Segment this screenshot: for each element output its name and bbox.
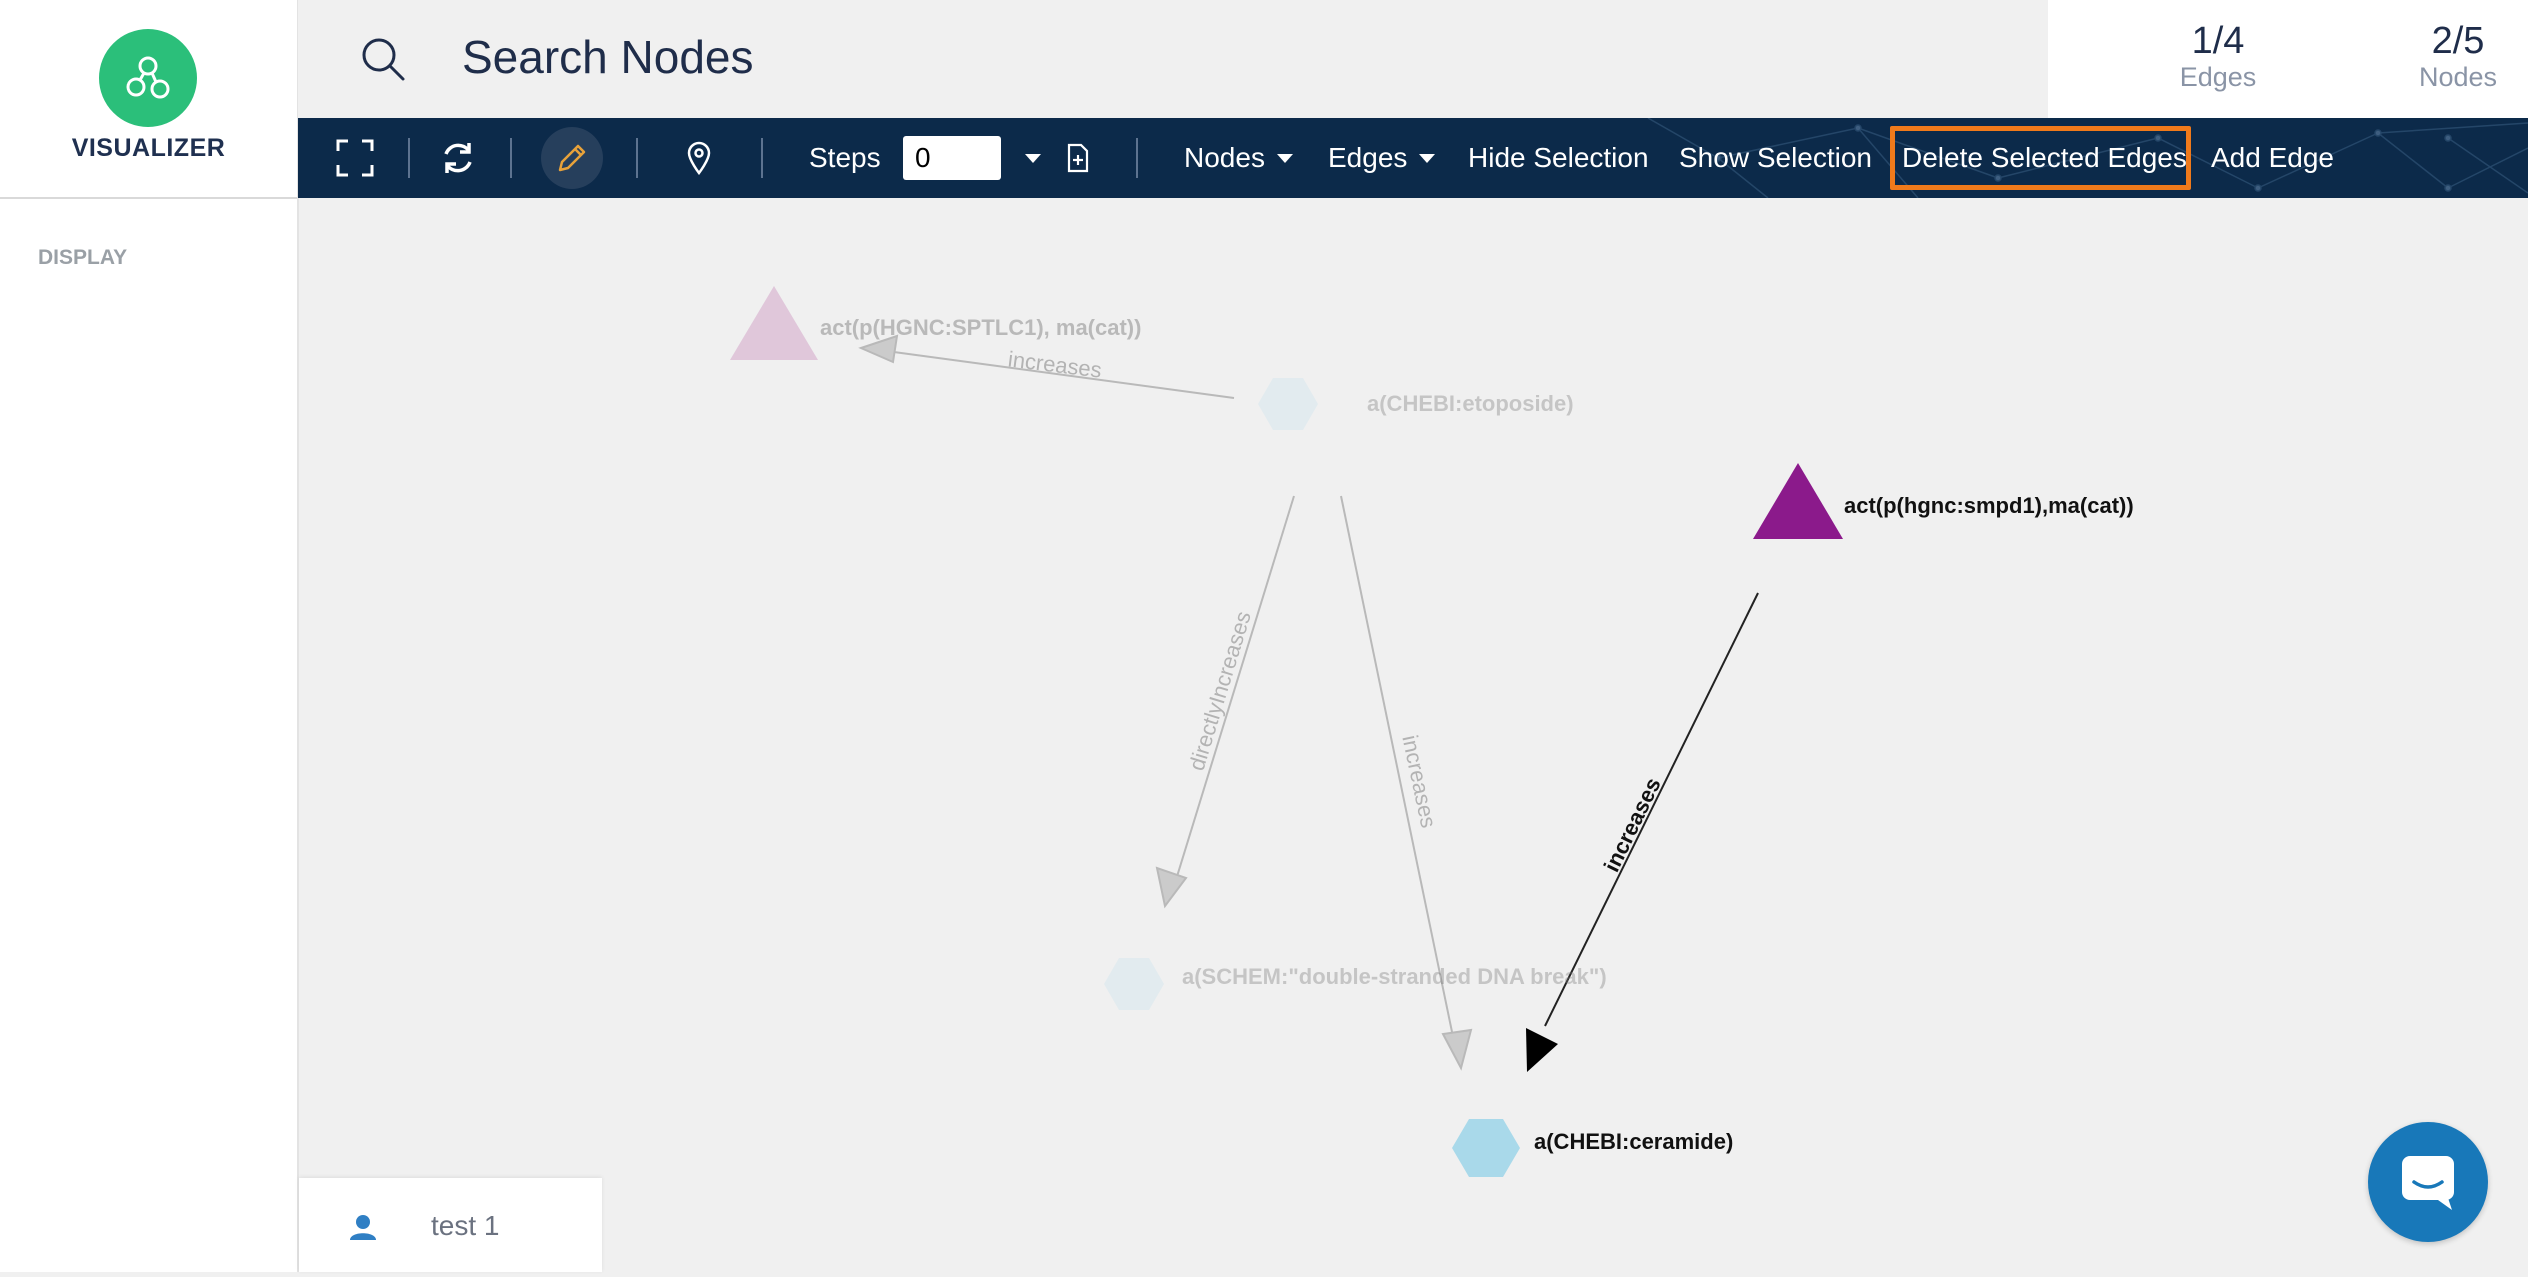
- graph-nodes-icon: [126, 56, 170, 99]
- chat-button[interactable]: [2368, 1122, 2488, 1242]
- logo-area[interactable]: VISUALIZER: [0, 0, 297, 199]
- edges-menu-label: Edges: [1328, 142, 1408, 173]
- add-edge-label: Add Edge: [2211, 142, 2334, 173]
- refresh-button[interactable]: [438, 118, 478, 198]
- search-input[interactable]: [460, 26, 1464, 88]
- edge-label: increases: [1007, 346, 1104, 382]
- selection-stats: 1/4 Edges 2/5 Nodes: [2048, 0, 2528, 118]
- add-file-button[interactable]: [1066, 118, 1090, 198]
- sidebar: VISUALIZER DISPLAY: [0, 0, 299, 1272]
- delete-selected-edges-button[interactable]: Delete Selected Edges: [1902, 118, 2187, 198]
- hexagon-node-shape: [1258, 378, 1318, 430]
- hide-selection-label: Hide Selection: [1468, 142, 1649, 173]
- nodes-count: 2/5: [2431, 20, 2485, 62]
- hexagon-node-shape: [1452, 1119, 1520, 1177]
- display-section-label: DISPLAY: [38, 246, 128, 269]
- pencil-icon: [558, 144, 586, 172]
- node-sptlc1[interactable]: act(p(HGNC:SPTLC1), ma(cat)): [730, 286, 1141, 360]
- chevron-down-icon: [1419, 153, 1436, 163]
- node-etoposide[interactable]: a(CHEBI:etoposide): [1258, 378, 1574, 430]
- search-icon[interactable]: [360, 36, 406, 82]
- edges-menu[interactable]: Edges: [1328, 118, 1436, 198]
- chevron-down-icon: [1276, 153, 1293, 163]
- hexagon-node-shape: [1104, 958, 1164, 1010]
- edges-label: Edges: [2179, 62, 2257, 92]
- search-bar: [298, 0, 2048, 118]
- toolbar: Steps Nodes Edges Hide Selection Show Se…: [298, 118, 2528, 198]
- edge-smpd1-ceramide[interactable]: increases: [1526, 592, 1759, 1072]
- node-dna-break[interactable]: a(SCHEM:"double-stranded DNA break"): [1104, 958, 1607, 1010]
- edge-etoposide-sptlc1[interactable]: increases: [858, 334, 1235, 399]
- node-label: a(CHEBI:etoposide): [1367, 391, 1574, 416]
- chevron-down-icon: [1025, 153, 1041, 163]
- logo[interactable]: [99, 29, 197, 127]
- refresh-icon: [444, 143, 472, 173]
- graph-canvas[interactable]: increases directlyIncreases increases in…: [299, 198, 2528, 1272]
- nodes-stat: 2/5 Nodes: [2358, 20, 2528, 92]
- user-name: test 1: [431, 1210, 500, 1241]
- toolbar-divider: [1136, 138, 1138, 178]
- edges-count: 1/4: [2191, 20, 2245, 62]
- triangle-node-shape: [1753, 463, 1843, 539]
- node-label: a(CHEBI:ceramide): [1534, 1129, 1733, 1154]
- node-label: a(SCHEM:"double-stranded DNA break"): [1182, 964, 1607, 989]
- add-edge-button[interactable]: Add Edge: [2211, 118, 2334, 198]
- nodes-menu-label: Nodes: [1184, 142, 1265, 173]
- steps-label: Steps: [809, 142, 881, 173]
- graph-svg[interactable]: increases directlyIncreases increases in…: [299, 198, 2528, 1272]
- toolbar-divider: [408, 138, 410, 178]
- steps-input[interactable]: [903, 136, 1001, 180]
- node-ceramide[interactable]: a(CHEBI:ceramide): [1452, 1119, 1733, 1177]
- delete-selected-edges-label: Delete Selected Edges: [1902, 142, 2187, 173]
- hide-selection-button[interactable]: Hide Selection: [1468, 118, 1649, 198]
- edge-label: increases: [1397, 733, 1441, 830]
- show-selection-button[interactable]: Show Selection: [1679, 118, 1872, 198]
- add-file-icon: [1067, 143, 1089, 173]
- toolbar-divider: [761, 138, 763, 178]
- edge-label: increases: [1599, 774, 1666, 876]
- edges-stat: 1/4 Edges: [2118, 20, 2318, 92]
- node-label: act(p(HGNC:SPTLC1), ma(cat)): [820, 315, 1141, 340]
- location-button[interactable]: [686, 118, 712, 198]
- toolbar-divider: [510, 138, 512, 178]
- edge-etoposide-dna-break[interactable]: directlyIncreases: [1155, 495, 1295, 909]
- edge-label: directlyIncreases: [1184, 608, 1256, 773]
- steps-control: Steps: [809, 118, 881, 198]
- show-selection-label: Show Selection: [1679, 142, 1873, 173]
- steps-field-wrap: [903, 118, 1001, 198]
- nodes-menu[interactable]: Nodes: [1184, 118, 1293, 198]
- edit-mode-button[interactable]: [541, 118, 603, 198]
- user-tab[interactable]: test 1: [299, 1178, 602, 1272]
- app-title: VISUALIZER: [71, 134, 226, 162]
- toolbar-divider: [636, 138, 638, 178]
- faded-edges: increases directlyIncreases increases: [858, 334, 1473, 1071]
- steps-dropdown[interactable]: [1025, 118, 1041, 198]
- node-smpd1[interactable]: act(p(hgnc:smpd1),ma(cat)): [1753, 463, 2134, 539]
- user-icon: [350, 1215, 376, 1240]
- edit-mode-toggle[interactable]: [541, 127, 603, 189]
- nodes-label: Nodes: [2418, 62, 2498, 92]
- triangle-node-shape: [730, 286, 818, 360]
- fullscreen-button[interactable]: [336, 118, 374, 198]
- node-label: act(p(hgnc:smpd1),ma(cat)): [1844, 493, 2134, 518]
- fullscreen-icon: [336, 139, 374, 177]
- chat-icon: [2402, 1156, 2454, 1210]
- location-pin-icon: [687, 141, 711, 175]
